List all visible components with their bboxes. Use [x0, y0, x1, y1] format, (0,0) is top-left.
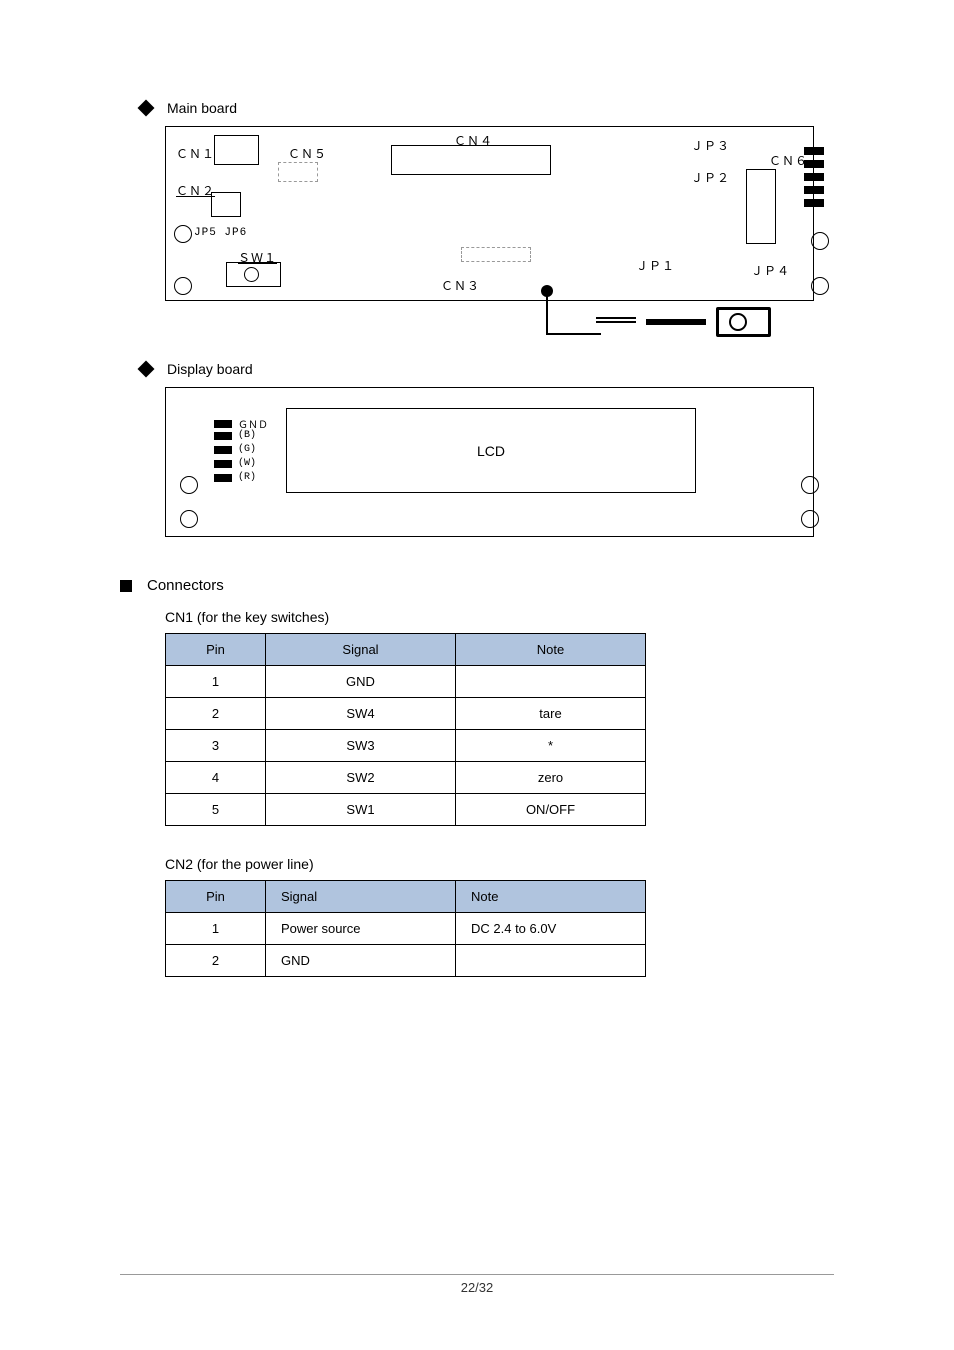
table-row: 1 Power source DC 2.4 to 6.0V — [166, 913, 646, 945]
circle-dl — [180, 476, 198, 494]
diamond-icon — [138, 100, 155, 117]
label-jp3: ＪＰ３ — [691, 137, 730, 154]
pad-cn6-3 — [804, 173, 824, 181]
pin-block-icon — [214, 420, 232, 428]
main-board-diagram: ＣＮ１ ＣＮ５ ＣＮ４ ＪＰ３ ＪＰ２ ＣＮ６ ＣＮ２ JP5 JP6 ＳＷ１ … — [165, 126, 814, 301]
table-row: 3 SW3 * — [166, 730, 646, 762]
label-cn6: ＣＮ６ — [769, 152, 808, 169]
label-jp4: ＪＰ４ — [751, 262, 790, 279]
table-header: Pin — [166, 634, 266, 666]
rect-cn1 — [214, 135, 259, 165]
pin-b: (B) — [214, 430, 256, 441]
label-cn3: ＣＮ３ — [441, 277, 480, 294]
table-header: Note — [456, 881, 646, 913]
circle-r1 — [811, 232, 829, 250]
pad-cn6-1 — [804, 147, 824, 155]
table-cn2: Pin Signal Note 1 Power source DC 2.4 to… — [165, 880, 646, 977]
table-row: 4 SW2 zero — [166, 762, 646, 794]
square-bullet-icon — [120, 580, 132, 592]
circle-bl — [174, 277, 192, 295]
pad-cn6-4 — [804, 186, 824, 194]
pin-block-icon — [214, 474, 232, 482]
circle-dr2 — [801, 510, 819, 528]
display-board-label: Display board — [167, 361, 253, 377]
label-cn1: ＣＮ１ — [176, 145, 215, 162]
table-cn1-wrap: CN1 (for the key switches) Pin Signal No… — [165, 609, 834, 826]
table-row: 5 SW1 ON/OFF — [166, 794, 646, 826]
table-row: 2 GND — [166, 945, 646, 977]
display-board-diagram: ＧＮＤ (B) (G) (W) (R) LCD — [165, 387, 814, 537]
table-header: Signal — [266, 634, 456, 666]
rect-cn2 — [211, 192, 241, 217]
connectors-section: Connectors — [120, 577, 834, 594]
circle-dl2 — [180, 510, 198, 528]
lcd-label: LCD — [477, 443, 505, 459]
fixture-circle — [729, 313, 747, 331]
rect-cn5 — [278, 162, 318, 182]
diamond-icon-2 — [138, 361, 155, 378]
table-row: 1 GND — [166, 666, 646, 698]
table-header: Pin — [166, 881, 266, 913]
circle-r2 — [811, 277, 829, 295]
table-cn1-title: CN1 (for the key switches) — [165, 609, 834, 625]
pin-block-icon — [214, 432, 232, 440]
line-v1 — [546, 295, 548, 335]
connectors-title: Connectors — [147, 577, 224, 594]
label-cn2: ＣＮ２ — [176, 182, 215, 199]
label-cn5: ＣＮ５ — [288, 145, 327, 162]
label-jp1: ＪＰ１ — [636, 257, 675, 274]
label-jp5jp6: JP5 JP6 — [194, 227, 247, 239]
section-main-board: Main board — [140, 100, 834, 116]
pin-w: (W) — [214, 458, 256, 469]
section-display-board: Display board — [140, 361, 834, 377]
pin-r: (R) — [214, 472, 256, 483]
circle-sw1-btn — [244, 267, 259, 282]
rect-cn3 — [461, 247, 531, 262]
table-header: Signal — [266, 881, 456, 913]
line-h1 — [546, 333, 601, 335]
table-row: 2 SW4 tare — [166, 698, 646, 730]
bracket-2 — [646, 319, 706, 325]
lcd-box: LCD — [286, 408, 696, 493]
table-cn1: Pin Signal Note 1 GND 2 SW4 tare 3 — [165, 633, 646, 826]
pin-g: (G) — [214, 444, 256, 455]
rect-jp2 — [746, 169, 776, 244]
circle-dr — [801, 476, 819, 494]
main-board-label: Main board — [167, 100, 237, 116]
rect-cn4 — [391, 145, 551, 175]
circle-jp5 — [174, 225, 192, 243]
pad-cn6-2 — [804, 160, 824, 168]
pad-cn6-5 — [804, 199, 824, 207]
label-jp2: ＪＰ２ — [691, 169, 730, 186]
table-cn2-title: CN2 (for the power line) — [165, 856, 834, 872]
page-footer: 22/32 — [120, 1274, 834, 1295]
pin-block-icon — [214, 460, 232, 468]
page-number: 22/32 — [461, 1280, 494, 1295]
pin-block-icon — [214, 446, 232, 454]
table-header: Note — [456, 634, 646, 666]
bracket-1 — [596, 317, 636, 323]
table-cn2-wrap: CN2 (for the power line) Pin Signal Note… — [165, 856, 834, 977]
